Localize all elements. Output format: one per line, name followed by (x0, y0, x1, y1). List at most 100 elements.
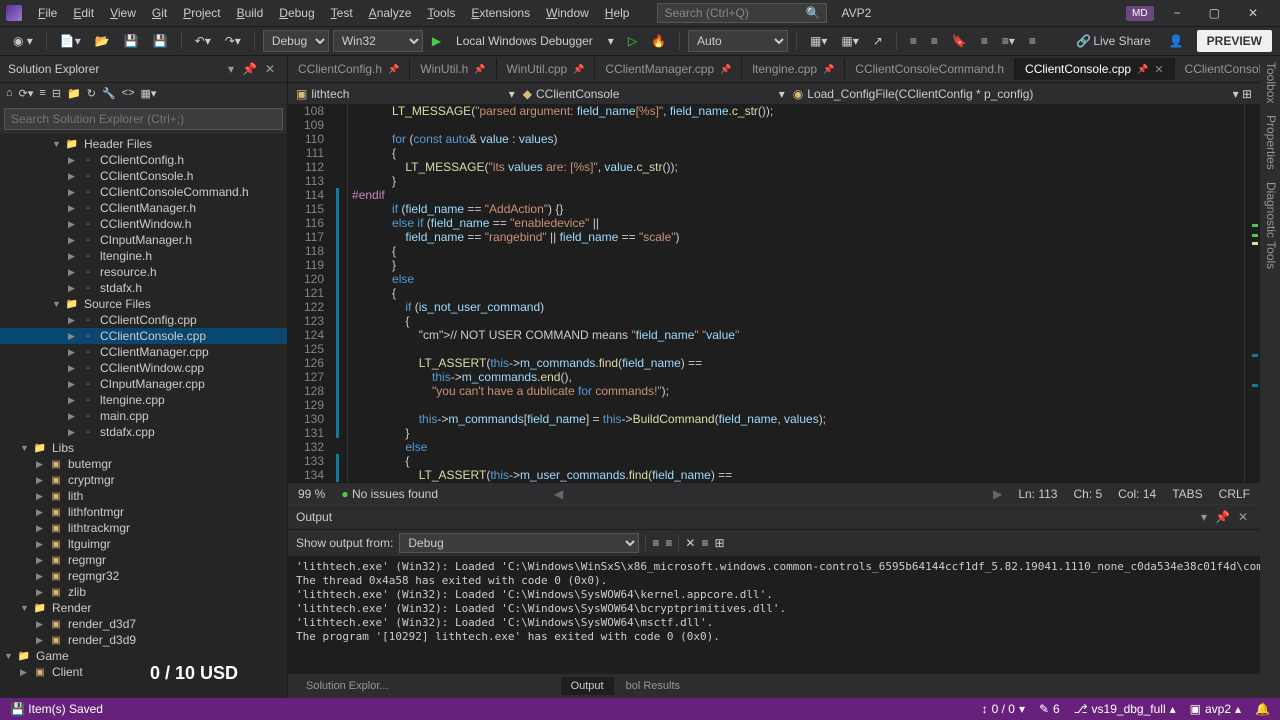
properties-tab[interactable]: Properties (1262, 115, 1278, 170)
line-number[interactable]: Ln: 113 (1018, 487, 1057, 501)
view-code-icon[interactable]: <> (122, 87, 135, 100)
dropdown-icon[interactable]: ▾ (1197, 508, 1211, 526)
solution-tree[interactable]: 📁Header Files▫CClientConfig.h▫CClientCon… (0, 134, 287, 698)
output-btn[interactable]: ≡ (652, 536, 659, 550)
tree-lithtrackmgr[interactable]: ▣lithtrackmgr (0, 520, 287, 536)
menu-tools[interactable]: Tools (419, 2, 463, 24)
collapse-icon[interactable]: ⊟ (52, 87, 61, 100)
menu-extensions[interactable]: Extensions (463, 2, 538, 24)
save-button[interactable]: 💾 (119, 31, 144, 51)
solution-search-input[interactable] (4, 108, 283, 130)
preview-icon[interactable]: ▦▾ (141, 87, 157, 100)
output-btn[interactable]: ≡ (665, 536, 672, 550)
tab-solution-explorer[interactable]: Solution Explor... (296, 677, 399, 695)
new-button[interactable]: 📄▾ (55, 31, 86, 51)
menu-help[interactable]: Help (597, 2, 638, 24)
tb-icon[interactable]: ≡ (1024, 31, 1041, 51)
filter-icon[interactable]: ≡ (39, 87, 45, 100)
tree-Render[interactable]: 📁Render (0, 600, 287, 616)
tab-CClientConsoleCommand.h[interactable]: CClientConsoleCommand.h (845, 58, 1015, 80)
preview-button[interactable]: PREVIEW (1197, 30, 1272, 52)
platform-dropdown[interactable]: Win32 (333, 30, 423, 52)
user-badge[interactable]: MD (1126, 6, 1154, 21)
tb-icon[interactable]: ≡ (976, 31, 993, 51)
tree-lith[interactable]: ▣lith (0, 488, 287, 504)
tree-CInputManager.h[interactable]: ▫CInputManager.h (0, 232, 287, 248)
close-icon[interactable]: ✕ (1154, 63, 1163, 76)
tree-Libs[interactable]: 📁Libs (0, 440, 287, 456)
tree-CClientConsole.h[interactable]: ▫CClientConsole.h (0, 168, 287, 184)
pin-icon[interactable]: 📌 (238, 60, 261, 78)
tb-icon[interactable]: ▦▾ (836, 31, 863, 51)
close-icon[interactable]: ✕ (261, 60, 279, 78)
menu-window[interactable]: Window (538, 2, 597, 24)
tb-icon[interactable]: ▦▾ (805, 31, 832, 51)
tree-Header Files[interactable]: 📁Header Files (0, 136, 287, 152)
tab-WinUtil.h[interactable]: WinUtil.h📌 (410, 58, 496, 80)
refresh-icon[interactable]: ↻ (87, 87, 96, 100)
tree-stdafx.cpp[interactable]: ▫stdafx.cpp (0, 424, 287, 440)
hot-reload-button[interactable]: 🔥 (646, 31, 671, 51)
tab-find-results[interactable]: bol Results (616, 677, 690, 695)
tree-ltengine.cpp[interactable]: ▫ltengine.cpp (0, 392, 287, 408)
tree-resource.h[interactable]: ▫resource.h (0, 264, 287, 280)
menu-git[interactable]: Git (144, 2, 175, 24)
menu-project[interactable]: Project (175, 2, 228, 24)
scroll-right-icon[interactable]: ▶ (993, 487, 1002, 501)
output-content[interactable]: 'lithtech.exe' (Win32): Loaded 'C:\Windo… (288, 556, 1260, 674)
tree-regmgr32[interactable]: ▣regmgr32 (0, 568, 287, 584)
sb-changes[interactable]: ✎ 6 (1039, 702, 1060, 716)
start-nodebug-button[interactable]: ▷ (623, 31, 642, 51)
tree-ltengine.h[interactable]: ▫ltengine.h (0, 248, 287, 264)
col-number[interactable]: Col: 14 (1118, 487, 1156, 501)
tab-output[interactable]: Output (561, 677, 614, 695)
home-icon[interactable]: ⌂ (6, 87, 13, 100)
tree-CClientConfig.h[interactable]: ▫CClientConfig.h (0, 152, 287, 168)
liveshare-button[interactable]: 🔗 Live Share (1071, 31, 1155, 51)
menu-analyze[interactable]: Analyze (361, 2, 420, 24)
tree-CClientWindow.cpp[interactable]: ▫CClientWindow.cpp (0, 360, 287, 376)
breadcrumb-project[interactable]: ▣lithtech (296, 87, 349, 101)
pin-icon[interactable]: 📌 (1211, 508, 1234, 526)
tree-CClientConsole.cpp[interactable]: ▫CClientConsole.cpp (0, 328, 287, 344)
dropdown-icon[interactable]: ▾ (224, 60, 238, 78)
tab-CClientManager.cpp[interactable]: CClientManager.cpp📌 (595, 58, 742, 80)
minimap[interactable] (1244, 104, 1260, 482)
tree-Source Files[interactable]: 📁Source Files (0, 296, 287, 312)
tree-CClientWindow.h[interactable]: ▫CClientWindow.h (0, 216, 287, 232)
menu-edit[interactable]: Edit (65, 2, 102, 24)
sb-errors[interactable]: ↕ 0 / 0 ▾ (982, 702, 1025, 716)
clear-icon[interactable]: ✕ (685, 536, 695, 550)
tree-lithfontmgr[interactable]: ▣lithfontmgr (0, 504, 287, 520)
tab-CClientConsole.cpp[interactable]: CClientConsole.cpp📌✕ (1015, 58, 1175, 80)
tb-icon[interactable]: ≡ (905, 31, 922, 51)
menu-view[interactable]: View (102, 2, 144, 24)
pin-icon[interactable]: 📌 (720, 64, 731, 75)
tree-render_d3d7[interactable]: ▣render_d3d7 (0, 616, 287, 632)
toolbox-tab[interactable]: Toolbox (1262, 62, 1278, 103)
feedback-button[interactable]: 👤 (1164, 31, 1189, 51)
tree-stdafx.h[interactable]: ▫stdafx.h (0, 280, 287, 296)
tree-ltguimgr[interactable]: ▣ltguimgr (0, 536, 287, 552)
tree-Game[interactable]: 📁Game (0, 648, 287, 664)
breadcrumb-class[interactable]: ◆CClientConsole (523, 87, 620, 101)
redo-button[interactable]: ↷▾ (220, 31, 246, 51)
save-all-button[interactable]: 💾 (148, 31, 173, 51)
debug-dropdown[interactable]: ▾ (603, 31, 619, 51)
tree-butemgr[interactable]: ▣butemgr (0, 456, 287, 472)
undo-button[interactable]: ↶▾ (190, 31, 216, 51)
zoom-pct[interactable]: 99 % (298, 487, 325, 501)
pin-icon[interactable]: 📌 (573, 64, 584, 75)
tab-CClientConsole.h[interactable]: CClientConsole.h (1175, 58, 1260, 80)
tabs-mode[interactable]: TABS (1172, 487, 1202, 501)
tree-CInputManager.cpp[interactable]: ▫CInputManager.cpp (0, 376, 287, 392)
pin-icon[interactable]: 📌 (823, 64, 834, 75)
tab-CClientConfig.h[interactable]: CClientConfig.h📌 (288, 58, 410, 80)
minimize-button[interactable]: − (1166, 2, 1189, 24)
tb-icon[interactable]: ≡▾ (997, 31, 1020, 51)
tree-Client[interactable]: ▣Client (0, 664, 287, 680)
wrap-icon[interactable]: ≡ (701, 536, 708, 550)
show-all-icon[interactable]: 📁 (67, 87, 81, 100)
tab-ltengine.cpp[interactable]: ltengine.cpp📌 (742, 58, 845, 80)
tb-icon[interactable]: ↗ (868, 31, 888, 51)
